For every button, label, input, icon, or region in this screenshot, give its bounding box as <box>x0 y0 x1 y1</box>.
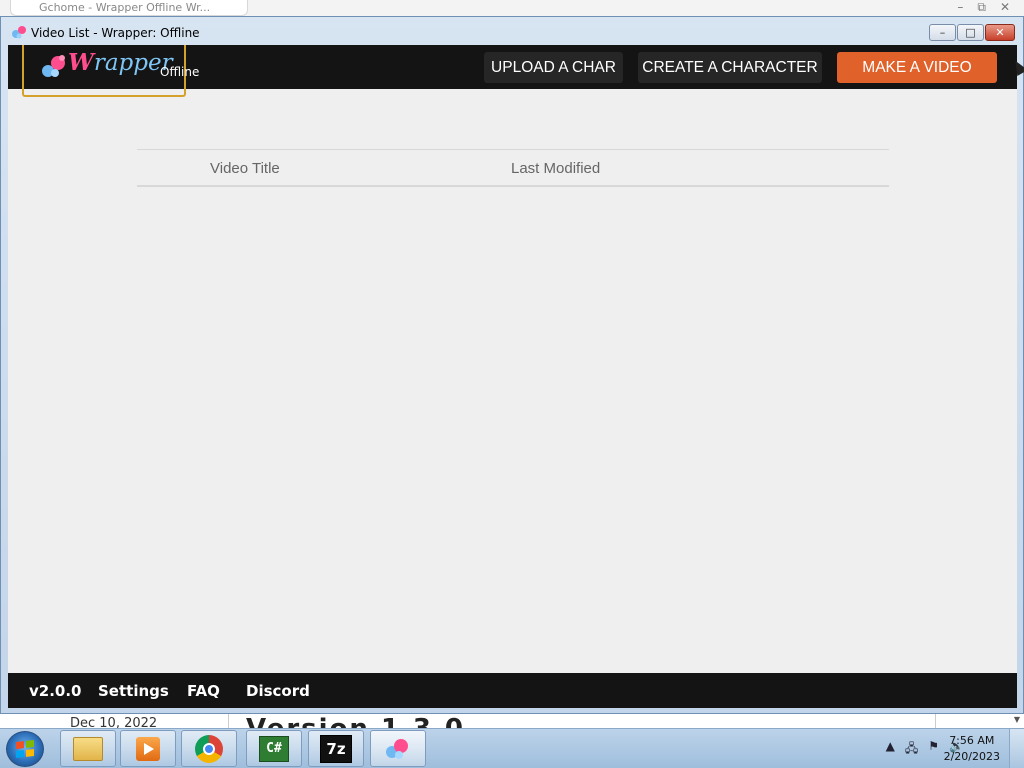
folder-icon <box>73 736 103 761</box>
background-content: Dec 10, 2022 Version 1.3.0 ▼ <box>0 712 1024 728</box>
taskbar-explorer[interactable] <box>60 730 116 767</box>
logo-link[interactable]: Wrapper Offline <box>22 45 199 97</box>
upload-char-button[interactable]: UPLOAD A CHAR <box>484 52 623 83</box>
maximize-button[interactable]: □ <box>957 24 984 41</box>
background-version-heading: Version 1.3.0 <box>246 714 465 728</box>
start-button[interactable] <box>6 731 44 767</box>
wrapper-logo-icon <box>42 55 65 77</box>
clock-date: 2/20/2023 <box>943 750 1000 763</box>
background-date: Dec 10, 2022 <box>70 716 158 728</box>
taskbar-wrapper-active[interactable] <box>370 730 426 767</box>
clock[interactable]: 7:56 AM 2/20/2023 <box>944 733 1000 765</box>
taskbar-media-player[interactable] <box>120 730 176 767</box>
create-character-button[interactable]: CREATE A CHARACTER <box>638 52 822 83</box>
divider <box>935 712 936 728</box>
taskbar-7zip[interactable]: 7z <box>308 730 364 767</box>
csharp-icon: C# <box>259 735 289 762</box>
faq-link[interactable]: FAQ <box>187 682 220 700</box>
video-list-table-header: Video Title Last Modified <box>137 149 889 187</box>
settings-link[interactable]: Settings <box>98 682 169 700</box>
show-desktop-button[interactable] <box>1009 729 1024 768</box>
window-controls: – □ ✕ <box>928 24 1015 41</box>
taskbar: C# 7z ▲ 🖧 ⚑ 🔈 7:56 AM 2/20/2023 <box>0 728 1024 768</box>
close-icon[interactable]: ✕ <box>1000 0 1010 16</box>
media-player-icon <box>136 736 160 761</box>
app-content: Wrapper Offline UPLOAD A CHAR CREATE A C… <box>8 45 1017 708</box>
background-tab[interactable]: Gchome - Wrapper Offline Wr... <box>10 0 248 16</box>
show-hidden-icons-icon[interactable]: ▲ <box>886 739 895 760</box>
wrapper-icon <box>386 738 408 759</box>
taskbar-csharp[interactable]: C# <box>246 730 302 767</box>
clock-time: 7:56 AM <box>949 734 995 747</box>
app-window: Video List - Wrapper: Offline – □ ✕ Wrap… <box>0 16 1024 714</box>
logo-subtitle: Offline <box>160 65 200 79</box>
close-button[interactable]: ✕ <box>985 24 1015 41</box>
background-window-controls: – ⧉ ✕ <box>957 0 1010 16</box>
window-title: Video List - Wrapper: Offline <box>31 26 200 40</box>
minimize-button[interactable]: – <box>929 24 956 41</box>
top-navigation-bar: Wrapper Offline UPLOAD A CHAR CREATE A C… <box>8 45 1017 97</box>
restore-icon[interactable]: ⧉ <box>977 0 986 16</box>
scroll-down-arrow-icon[interactable]: ▼ <box>1014 715 1020 724</box>
7zip-icon: 7z <box>320 734 352 763</box>
divider <box>228 712 229 728</box>
column-last-modified[interactable]: Last Modified <box>511 160 600 177</box>
chrome-icon <box>195 734 223 763</box>
discord-link[interactable]: Discord <box>246 682 310 700</box>
column-video-title[interactable]: Video Title <box>210 160 280 177</box>
make-video-button[interactable]: MAKE A VIDEO <box>837 52 997 83</box>
taskbar-chrome[interactable] <box>181 730 237 767</box>
windows-logo-icon <box>16 740 34 758</box>
version-label: v2.0.0 <box>29 682 82 700</box>
footer-bar: v2.0.0 Settings FAQ Discord <box>8 673 1017 708</box>
minimize-icon[interactable]: – <box>957 0 963 16</box>
wrapper-app-icon <box>12 26 26 39</box>
title-bar[interactable]: Video List - Wrapper: Offline – □ ✕ <box>1 17 1023 45</box>
network-icon[interactable]: 🖧 <box>905 739 918 760</box>
logo-wordmark: Wrapper <box>68 49 173 76</box>
action-center-flag-icon[interactable]: ⚑ <box>928 739 939 760</box>
